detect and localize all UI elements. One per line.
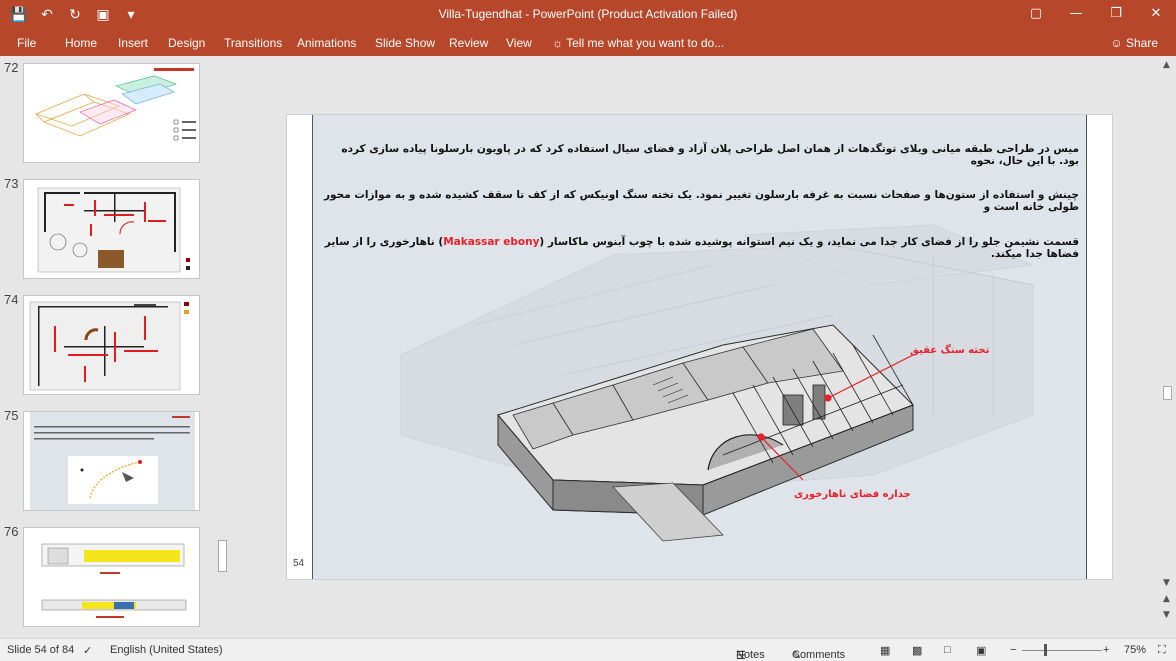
thumbnail-image <box>24 64 199 162</box>
tab-animations[interactable]: Animations <box>297 34 356 52</box>
zoom-level[interactable]: 75% <box>1124 644 1146 656</box>
status-bar: Slide 54 of 84 ✓ English (United States)… <box>0 638 1176 661</box>
thumbnail-number: 76 <box>4 524 19 539</box>
thumbnail-number: 74 <box>4 292 19 307</box>
scroll-up-icon[interactable]: ▲ <box>1163 60 1170 70</box>
tab-insert[interactable]: Insert <box>118 34 148 52</box>
zoom-in-icon[interactable]: + <box>1103 644 1109 656</box>
slide-show-icon[interactable]: ▣ <box>976 644 986 657</box>
tab-design[interactable]: Design <box>168 34 205 52</box>
tab-view[interactable]: View <box>506 34 532 52</box>
tell-me-label: Tell me what you want to do... <box>566 36 725 50</box>
ribbon-display-icon[interactable]: ▢ <box>1016 0 1056 30</box>
slide-scrollbar[interactable]: ▲ ▼ ▲ ▼ <box>1160 56 1176 638</box>
normal-view-icon[interactable]: ▦ <box>880 644 890 657</box>
language-indicator[interactable]: English (United States) <box>110 644 223 656</box>
slide-paragraph-line-2: چینش و استفاده از ستون‌ها و صفحات نسبت ب… <box>324 189 1079 213</box>
thumbnail-scrollbar[interactable] <box>215 56 230 638</box>
tab-file[interactable]: File <box>17 34 36 52</box>
window-title: Villa-Tugendhat - PowerPoint (Product Ac… <box>438 7 738 21</box>
slide-counter: Slide 54 of 84 <box>7 644 75 656</box>
fit-to-window-icon[interactable]: ⛶ <box>1158 644 1166 657</box>
reading-view-icon[interactable]: □ <box>944 644 951 656</box>
minimize-button[interactable]: — <box>1056 0 1096 30</box>
thumbnail-number: 73 <box>4 176 19 191</box>
share-label: Share <box>1125 36 1158 50</box>
thumbnail-number: 75 <box>4 408 19 423</box>
scroll-down-icon[interactable]: ▼ <box>1163 578 1170 588</box>
tab-review[interactable]: Review <box>449 34 488 52</box>
tab-home[interactable]: Home <box>65 34 97 52</box>
zoom-slider[interactable] <box>1022 650 1102 651</box>
thumbnail-image <box>24 180 199 278</box>
thumbnail-image <box>24 296 199 394</box>
previous-slide-icon[interactable]: ▲ <box>1163 594 1170 604</box>
slide-thumbnail-75[interactable] <box>23 411 200 511</box>
thumbnail-image <box>24 528 199 626</box>
slide-thumbnail-pane: 72 73 74 75 76 <box>0 56 232 638</box>
tab-slide-show[interactable]: Slide Show <box>375 34 435 52</box>
label-dining-wall: جداره فضای ناهارخوری <box>794 489 911 500</box>
slide-thumbnail-72[interactable] <box>23 63 200 163</box>
zoom-slider-handle[interactable] <box>1044 644 1047 656</box>
spellcheck-icon[interactable]: ✓ <box>83 644 92 657</box>
thumbnail-number: 72 <box>4 60 19 75</box>
notes-label: Notes <box>736 649 765 661</box>
slide-thumbnail-74[interactable] <box>23 295 200 395</box>
thumbnail-image <box>24 412 199 510</box>
slide-paragraph-line-1: میس در طراحی طبقه میانی ویلای توتگدهات ا… <box>341 143 1079 167</box>
paragraph-text: قسمت نشیمن جلو را از فضای کار جدا می نما… <box>539 236 1079 248</box>
slide-canvas[interactable]: میس در طراحی طبقه میانی ویلای توتگدهات ا… <box>286 114 1113 580</box>
slide-number: 54 <box>293 558 305 569</box>
slide-scrollbar-thumb[interactable] <box>1163 386 1172 400</box>
tell-me-search[interactable]: ☼ Tell me what you want to do... <box>552 34 724 52</box>
close-button[interactable]: ✕ <box>1136 0 1176 30</box>
zoom-out-icon[interactable]: − <box>1010 644 1016 656</box>
slide-sorter-icon[interactable]: ▩ <box>912 644 922 657</box>
thumbnail-scrollbar-thumb[interactable] <box>218 540 227 572</box>
share-button[interactable]: ☺ Share <box>1110 33 1158 53</box>
maximize-button[interactable]: ❐ <box>1096 0 1136 30</box>
lightbulb-icon: ☼ <box>552 36 563 50</box>
slide-paragraph-line-3: قسمت نشیمن جلو را از فضای کار جدا می نما… <box>323 236 1079 260</box>
next-slide-icon[interactable]: ▼ <box>1163 610 1170 620</box>
ribbon-tabs: File Home Insert Design Transitions Anim… <box>0 30 1176 56</box>
slide-content: میس در طراحی طبقه میانی ویلای توتگدهات ا… <box>312 115 1087 579</box>
tab-transitions[interactable]: Transitions <box>224 34 282 52</box>
comments-label: Comments <box>792 649 846 661</box>
label-onyx-wall: تخته سنگ عقیق <box>910 345 990 356</box>
person-icon: ☺ <box>1110 36 1123 50</box>
slide-thumbnail-76[interactable] <box>23 527 200 627</box>
slide-thumbnail-73[interactable] <box>23 179 200 279</box>
title-bar: 💾 ↶ ↻ ▣ ▾ Villa-Tugendhat - PowerPoint (… <box>0 0 1176 30</box>
highlight-term: Makassar ebony <box>443 236 540 248</box>
